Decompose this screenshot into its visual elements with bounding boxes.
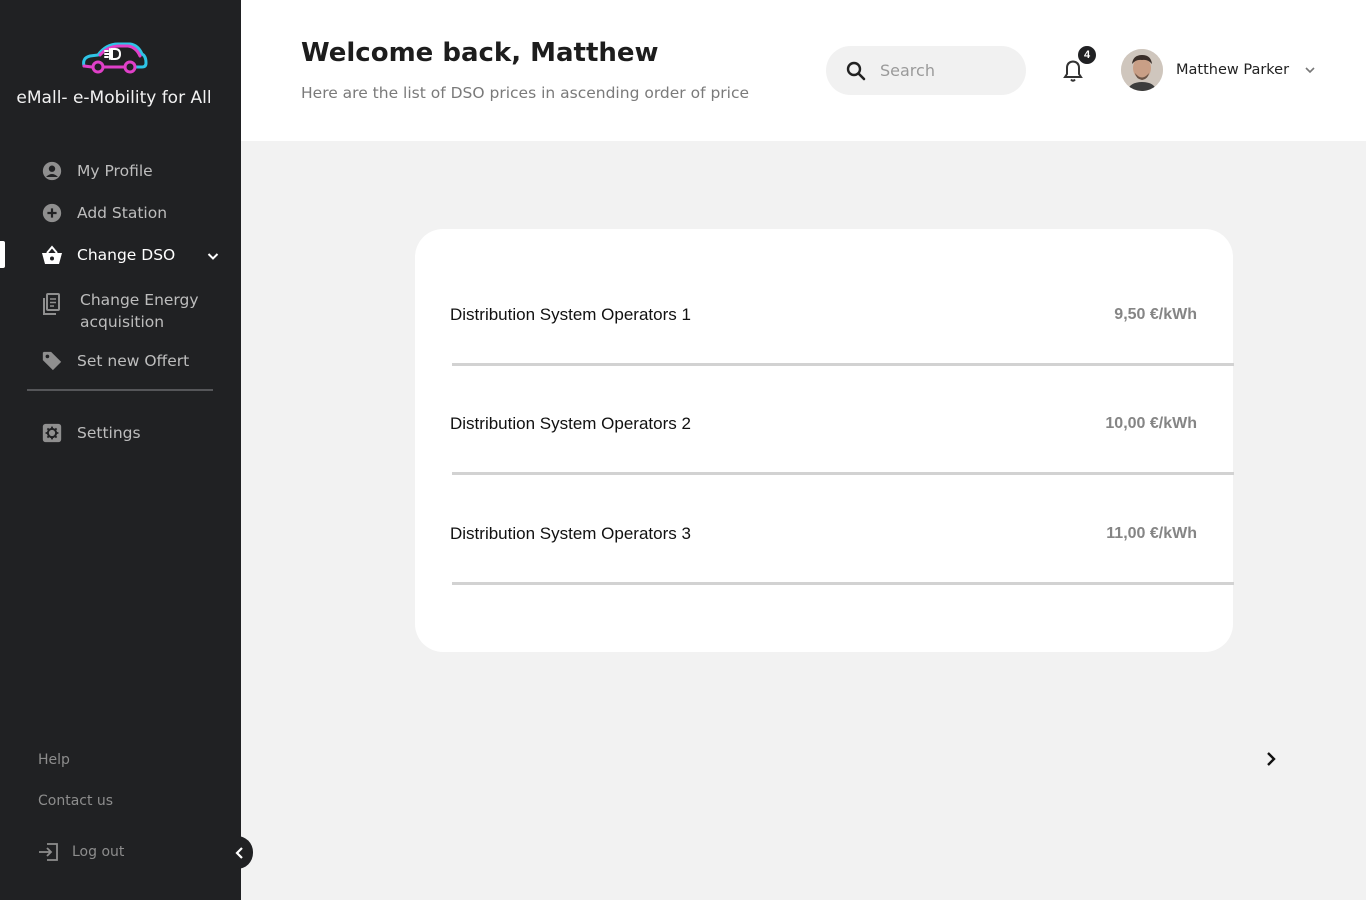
sidebar-divider: [27, 389, 213, 391]
sidebar-item-label: Change Energy acquisition: [80, 291, 199, 331]
dso-price: 10,00 €/kWh: [1105, 415, 1197, 432]
avatar: [1121, 49, 1163, 91]
list-item[interactable]: Distribution System Operators 1 9,50 €/k…: [415, 229, 1234, 366]
page-header: Welcome back, Matthew Here are the list …: [241, 0, 1366, 141]
list-item[interactable]: Distribution System Operators 2 10,00 €/…: [415, 338, 1234, 475]
tag-icon: [40, 349, 64, 373]
basket-icon: [40, 243, 64, 267]
document-icon: [40, 292, 64, 316]
user-circle-icon: [40, 159, 64, 183]
sidebar-item-add-station[interactable]: Add Station: [40, 201, 167, 225]
dso-name: Distribution System Operators 1: [450, 305, 691, 324]
dso-price: 9,50 €/kWh: [1114, 306, 1197, 323]
sidebar-item-change-energy-acquisition[interactable]: Change Energy acquisition: [40, 289, 210, 333]
sidebar-item-label: Add Station: [77, 204, 168, 222]
contact-link[interactable]: Contact us: [38, 793, 113, 809]
chevron-down-icon[interactable]: [205, 248, 221, 264]
sidebar-item-set-new-offert[interactable]: Set new Offert: [40, 349, 189, 373]
next-page-button[interactable]: [1260, 748, 1282, 770]
notification-badge: 4: [1076, 44, 1098, 66]
dso-price: 11,00 €/kWh: [1106, 525, 1197, 542]
row-divider: [452, 582, 1234, 585]
dso-price-list: Distribution System Operators 1 9,50 €/k…: [415, 229, 1234, 652]
help-link[interactable]: Help: [38, 752, 70, 768]
sidebar-item-settings[interactable]: Settings: [40, 421, 141, 445]
collapse-sidebar-button[interactable]: [226, 836, 253, 869]
dso-name: Distribution System Operators 3: [450, 524, 691, 543]
logout-icon: [39, 843, 58, 861]
user-menu[interactable]: Matthew Parker: [1121, 49, 1317, 91]
dso-name: Distribution System Operators 2: [450, 414, 691, 433]
sidebar-item-change-dso[interactable]: Change DSO: [40, 243, 175, 267]
brand-name: eMall- e-Mobility for All: [16, 88, 212, 108]
sidebar: eMall- e-Mobility for All My Profile Add…: [0, 0, 241, 900]
plus-circle-icon: [40, 201, 64, 225]
sidebar-item-label: My Profile: [77, 162, 153, 180]
active-indicator: [0, 241, 5, 268]
page-subtitle: Here are the list of DSO prices in ascen…: [301, 84, 750, 102]
user-name: Matthew Parker: [1176, 62, 1290, 78]
car-plug-icon: [82, 42, 148, 74]
chevron-down-icon: [1305, 67, 1315, 74]
logout-label: Log out: [72, 844, 125, 860]
sidebar-item-my-profile[interactable]: My Profile: [40, 159, 153, 183]
chevron-left-icon: [234, 846, 243, 859]
page-title: Welcome back, Matthew: [301, 38, 659, 68]
search-box[interactable]: [826, 46, 1026, 95]
gear-icon: [40, 421, 64, 445]
search-input[interactable]: [880, 61, 1010, 80]
chevron-right-icon: [1267, 752, 1276, 766]
sidebar-item-label: Change DSO: [77, 246, 176, 264]
logout-button[interactable]: Log out: [38, 842, 124, 862]
sidebar-item-label: Settings: [77, 424, 141, 442]
search-icon: [846, 61, 866, 80]
list-item[interactable]: Distribution System Operators 3 11,00 €/…: [415, 448, 1234, 585]
sidebar-item-label: Set new Offert: [77, 352, 190, 370]
